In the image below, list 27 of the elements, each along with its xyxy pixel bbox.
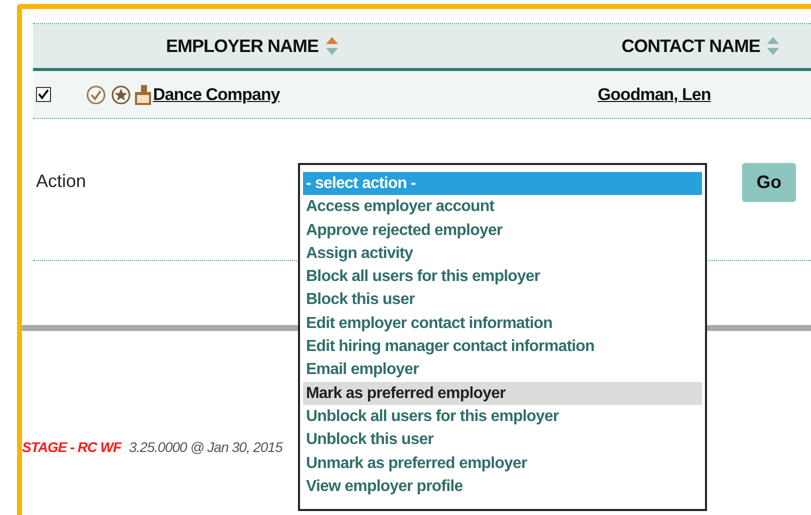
dropdown-option[interactable]: - select action -	[303, 172, 702, 196]
dropdown-option[interactable]: Unmark as preferred employer	[303, 452, 702, 475]
dropdown-option[interactable]: Assign activity	[303, 242, 702, 266]
checkbox[interactable]	[36, 87, 51, 102]
action-dropdown-list[interactable]	[298, 163, 707, 511]
dropdown-option[interactable]: Approve rejected employer	[303, 218, 702, 242]
building-icon	[134, 84, 152, 106]
column-header[interactable]: CONTACT NAME	[622, 32, 780, 60]
version-label: 3.25.0000 @ Jan 30, 2015	[129, 438, 282, 457]
star-circle-icon	[111, 84, 131, 104]
column-header[interactable]: EMPLOYER NAME	[166, 32, 339, 60]
go-button[interactable]: Go	[742, 163, 796, 202]
dropdown-option[interactable]: Mark as preferred employer	[303, 382, 702, 405]
action-label: Action	[36, 170, 86, 192]
dropdown-option[interactable]: Unblock all users for this employer	[303, 404, 702, 428]
dropdown-option[interactable]: Block all users for this employer	[303, 265, 702, 288]
dropdown-option[interactable]: Block this user	[303, 288, 702, 312]
dropdown-option[interactable]: Unblock this user	[303, 428, 702, 452]
environment-label: STAGE - RC WF	[22, 438, 122, 457]
employer-link[interactable]: Dance Company	[153, 82, 280, 108]
dropdown-option[interactable]: View employer profile	[303, 474, 702, 498]
dropdown-option[interactable]: Email employer	[303, 358, 702, 382]
contact-link[interactable]: Goodman, Len	[598, 82, 711, 108]
dropdown-option[interactable]: Edit employer contact information	[303, 312, 702, 336]
dropdown-option[interactable]: Edit hiring manager contact information	[303, 335, 702, 358]
check-circle-icon	[86, 84, 106, 104]
dropdown-option[interactable]: Access employer account	[303, 195, 702, 219]
